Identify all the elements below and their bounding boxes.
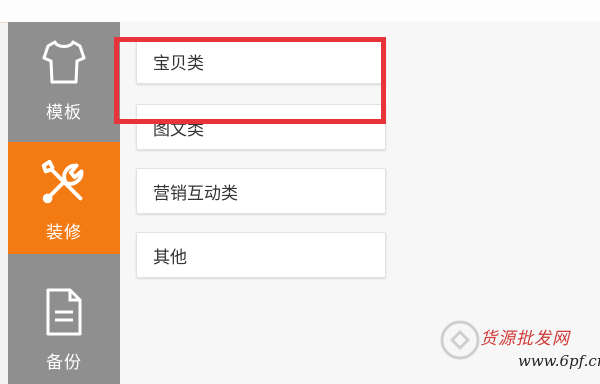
category-label: 其他 — [153, 247, 187, 268]
tools-icon — [36, 154, 92, 210]
watermark: 货源批发网 www.6pf.cn — [430, 310, 600, 384]
category-item-baby[interactable]: 宝贝类 — [136, 38, 386, 84]
category-item-other[interactable]: 其他 — [136, 232, 386, 278]
sidebar-item-label: 模板 — [46, 102, 82, 123]
shirt-icon — [36, 34, 92, 90]
category-label: 营销互动类 — [153, 183, 238, 204]
category-item-graphic[interactable]: 图文类 — [136, 104, 386, 150]
sidebar: 模板 装修 备份 — [8, 22, 120, 384]
watermark-url: www.6pf.cn — [518, 352, 600, 370]
sidebar-item-label: 备份 — [46, 352, 82, 373]
document-icon — [36, 284, 92, 340]
sidebar-item-label: 装修 — [46, 222, 82, 243]
sidebar-item-template[interactable]: 模板 — [8, 22, 120, 134]
sidebar-item-backup[interactable]: 备份 — [8, 272, 120, 384]
watermark-title: 货源批发网 — [480, 329, 570, 349]
top-bar — [0, 0, 600, 23]
category-item-marketing[interactable]: 营销互动类 — [136, 168, 386, 214]
watermark-logo-icon — [438, 318, 482, 366]
category-label: 图文类 — [153, 119, 204, 140]
category-label: 宝贝类 — [153, 53, 204, 74]
sidebar-item-decorate[interactable]: 装修 — [8, 142, 120, 254]
